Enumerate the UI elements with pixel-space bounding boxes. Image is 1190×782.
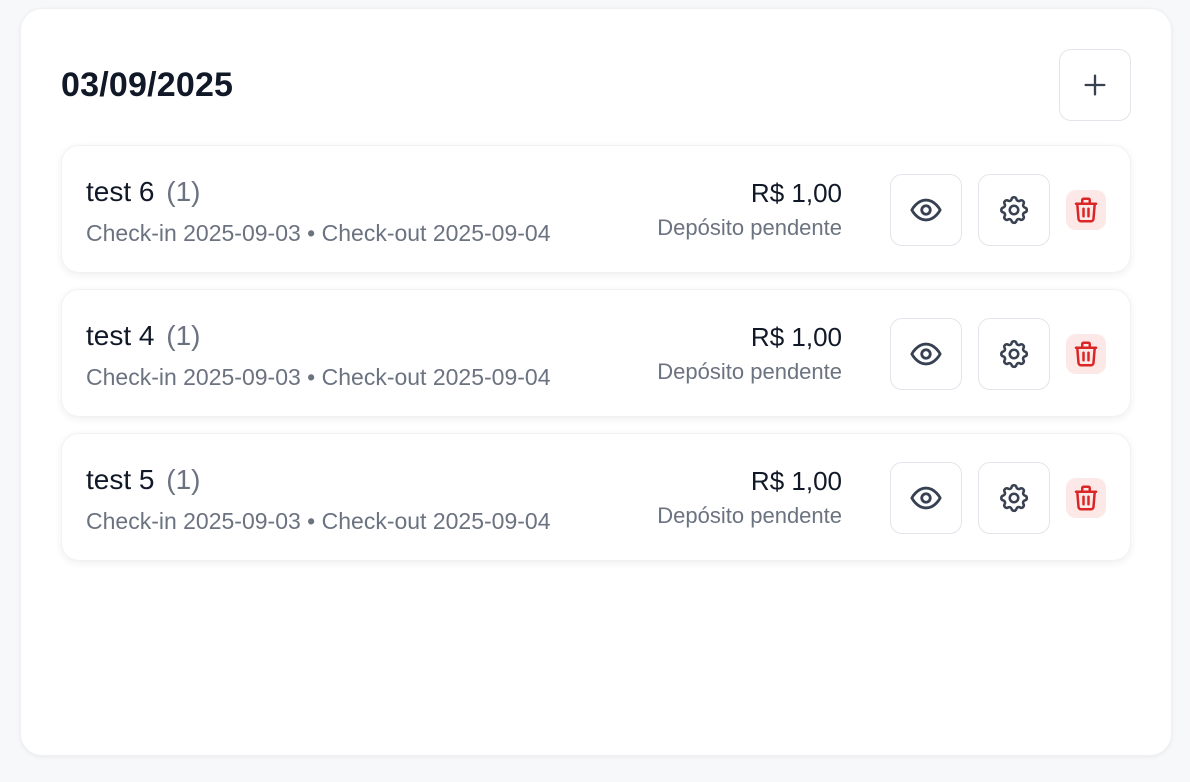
- page-title: 03/09/2025: [61, 66, 234, 104]
- guest-name: test 6 (1): [86, 176, 200, 208]
- delete-button[interactable]: [1066, 190, 1106, 230]
- gear-icon: [997, 337, 1031, 371]
- eye-icon: [909, 481, 943, 515]
- reservation-card: test 5 (1) Check-in 2025-09-03 • Check-o…: [61, 433, 1131, 561]
- payment-info: R$ 1,00 Depósito pendente: [657, 322, 842, 385]
- guest-count: (1): [158, 320, 201, 351]
- guest-count: (1): [158, 176, 201, 207]
- delete-button[interactable]: [1066, 478, 1106, 518]
- view-button[interactable]: [890, 462, 962, 534]
- payment-info: R$ 1,00 Depósito pendente: [657, 178, 842, 241]
- eye-icon: [909, 193, 943, 227]
- add-reservation-button[interactable]: [1059, 49, 1131, 121]
- payment-info: R$ 1,00 Depósito pendente: [657, 466, 842, 529]
- price: R$ 1,00: [750, 178, 842, 208]
- trash-icon: [1071, 195, 1101, 225]
- reservation-card: test 6 (1) Check-in 2025-09-03 • Check-o…: [61, 145, 1131, 273]
- gear-icon: [997, 481, 1031, 515]
- stay-dates: Check-in 2025-09-03 • Check-out 2025-09-…: [86, 508, 551, 534]
- stay-dates: Check-in 2025-09-03 • Check-out 2025-09-…: [86, 364, 551, 390]
- delete-button[interactable]: [1066, 334, 1106, 374]
- eye-icon: [909, 337, 943, 371]
- view-button[interactable]: [890, 318, 962, 390]
- reservations-panel: 03/09/2025 test 6 (1) Check-in 2025-09-0…: [20, 8, 1172, 756]
- guest-name: test 4 (1): [86, 320, 200, 352]
- guest-name: test 5 (1): [86, 464, 200, 496]
- gear-icon: [997, 193, 1031, 227]
- price: R$ 1,00: [750, 466, 842, 496]
- reservation-list: test 6 (1) Check-in 2025-09-03 • Check-o…: [61, 145, 1131, 577]
- guest-name-text: test 5: [86, 464, 155, 495]
- payment-status: Depósito pendente: [657, 359, 842, 384]
- price: R$ 1,00: [750, 322, 842, 352]
- reservation-card: test 4 (1) Check-in 2025-09-03 • Check-o…: [61, 289, 1131, 417]
- panel-header: 03/09/2025: [61, 49, 1131, 121]
- payment-status: Depósito pendente: [657, 503, 842, 528]
- stay-dates: Check-in 2025-09-03 • Check-out 2025-09-…: [86, 220, 551, 246]
- settings-button[interactable]: [978, 318, 1050, 390]
- payment-status: Depósito pendente: [657, 215, 842, 240]
- guest-name-text: test 4: [86, 320, 155, 351]
- plus-icon: [1081, 71, 1109, 99]
- trash-icon: [1071, 483, 1101, 513]
- settings-button[interactable]: [978, 174, 1050, 246]
- guest-count: (1): [158, 464, 201, 495]
- guest-name-text: test 6: [86, 176, 155, 207]
- view-button[interactable]: [890, 174, 962, 246]
- settings-button[interactable]: [978, 462, 1050, 534]
- trash-icon: [1071, 339, 1101, 369]
